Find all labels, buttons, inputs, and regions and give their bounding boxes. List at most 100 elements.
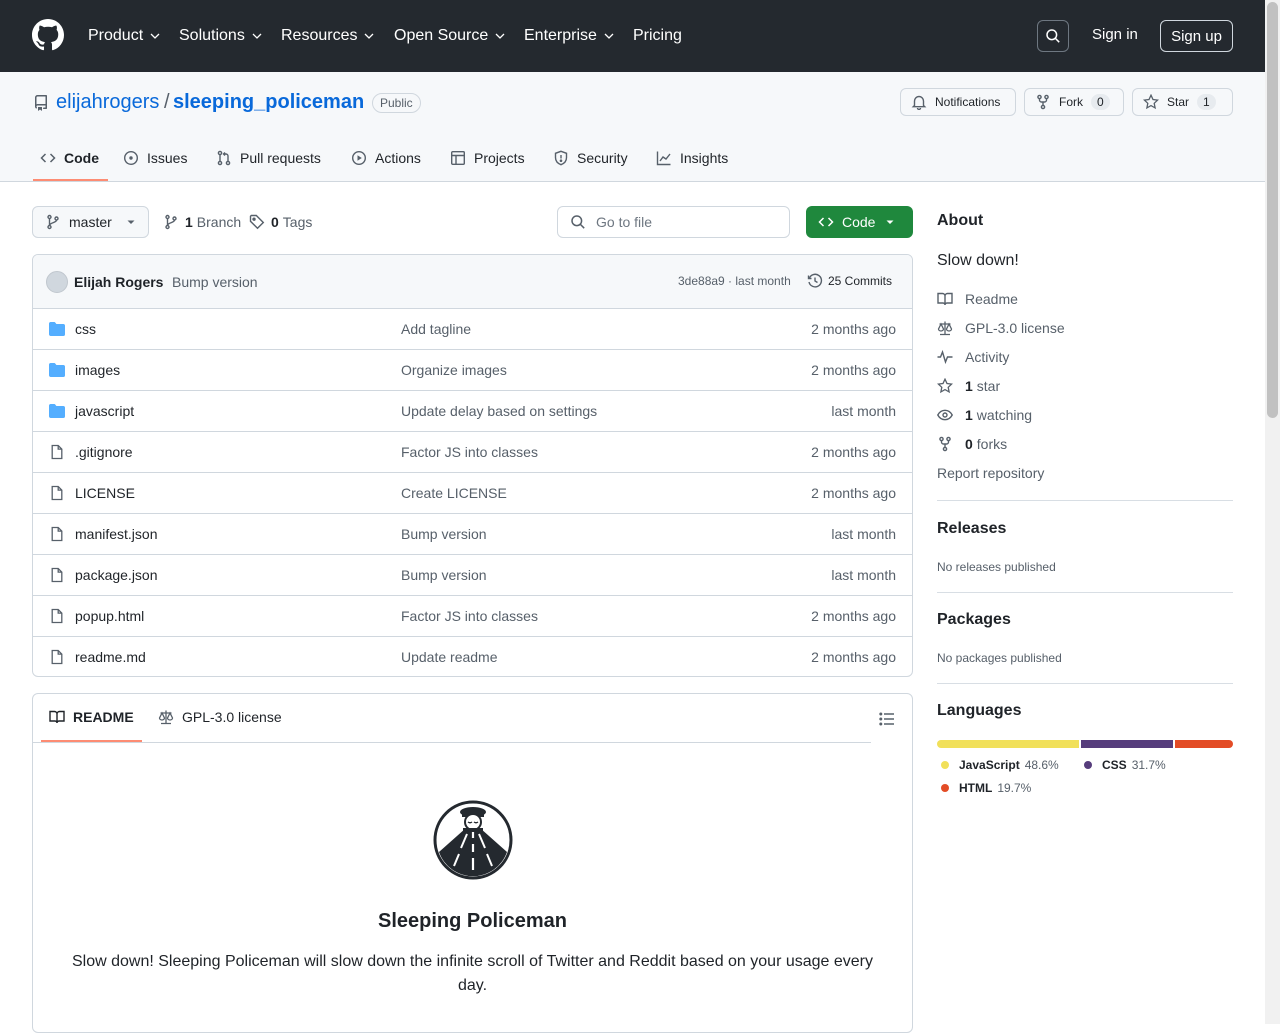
table-row[interactable]: package.json Bump version last month (33, 555, 912, 596)
readme-divider (33, 742, 871, 743)
branch-count: 1 (185, 214, 193, 230)
commit-author[interactable]: Elijah Rogers (74, 274, 163, 290)
language-percent: 48.6% (1024, 758, 1059, 772)
watchers-link[interactable]: 1 watching (937, 407, 1032, 423)
table-row[interactable]: readme.md Update readme 2 months ago (33, 637, 912, 676)
star-label: Star (1167, 95, 1190, 109)
file-commit-message[interactable]: Add tagline (401, 321, 471, 337)
table-row[interactable]: javascript Update delay based on settings… (33, 391, 912, 432)
language-name: HTML (959, 781, 993, 795)
commit-message[interactable]: Bump version (172, 274, 258, 290)
file-commit-date: 2 months ago (811, 649, 896, 665)
activity-link[interactable]: Activity (937, 349, 1009, 365)
table-row[interactable]: images Organize images 2 months ago (33, 350, 912, 391)
triangle-down-icon (127, 220, 135, 224)
fork-button[interactable]: Fork 0 (1024, 88, 1124, 116)
file-name-link[interactable]: css (75, 321, 96, 337)
releases-heading[interactable]: Releases (937, 520, 1233, 538)
code-dropdown-button[interactable]: Code (806, 206, 913, 238)
commit-sha-time[interactable]: 3de88a9 · last month (678, 274, 791, 288)
packages-heading[interactable]: Packages (937, 611, 1233, 629)
watching-count: 1 (965, 407, 973, 423)
repo-owner-link[interactable]: elijahrogers (56, 91, 159, 114)
tab-projects[interactable]: Projects (450, 145, 525, 171)
file-commit-message[interactable]: Update readme (401, 649, 498, 665)
file-commit-date: last month (831, 526, 896, 542)
avatar[interactable] (46, 271, 68, 293)
file-name-link[interactable]: .gitignore (75, 444, 133, 460)
tab-license[interactable]: GPL-3.0 license (158, 709, 282, 725)
scrollbar-thumb[interactable] (1267, 2, 1278, 418)
tab-security-label: Security (577, 150, 628, 166)
stars-link[interactable]: 1 star (937, 378, 1000, 394)
list-icon[interactable] (879, 711, 895, 727)
language-color-dot (941, 761, 949, 769)
file-commit-date: last month (831, 403, 896, 419)
file-name-link[interactable]: package.json (75, 567, 158, 583)
nav-pricing-label: Pricing (633, 27, 682, 44)
table-row[interactable]: popup.html Factor JS into classes 2 months… (33, 596, 912, 637)
watching-label: watching (976, 407, 1033, 423)
table-row[interactable]: manifest.json Bump version last month (33, 514, 912, 555)
search-button[interactable] (1037, 20, 1069, 52)
commits-count-label: 25 Commits (828, 274, 893, 288)
github-logo-icon[interactable] (32, 19, 64, 51)
report-repository-label: Report repository (937, 465, 1045, 481)
file-commit-message[interactable]: Factor JS into classes (401, 444, 538, 460)
tab-readme[interactable]: README (49, 709, 134, 725)
folder-icon (49, 363, 65, 377)
forks-link[interactable]: 0 forks (937, 436, 1007, 452)
language-item[interactable]: CSS 31.7% (1084, 758, 1166, 772)
file-icon (51, 649, 63, 665)
tab-pull-requests[interactable]: Pull requests (216, 145, 321, 171)
file-commit-message[interactable]: Create LICENSE (401, 485, 507, 501)
readme-link[interactable]: Readme (937, 291, 1018, 307)
language-item[interactable]: JavaScript 48.6% (941, 758, 1059, 772)
file-name-link[interactable]: popup.html (75, 608, 144, 624)
nav-resources[interactable]: Resources (281, 24, 375, 48)
file-name-link[interactable]: LICENSE (75, 485, 135, 501)
file-commit-message[interactable]: Bump version (401, 526, 487, 542)
tab-code[interactable]: Code (40, 145, 99, 171)
nav-open-source[interactable]: Open Source (394, 24, 506, 48)
file-commit-date: 2 months ago (811, 321, 896, 337)
table-row[interactable]: LICENSE Create LICENSE 2 months ago (33, 473, 912, 514)
table-icon (451, 151, 466, 166)
table-row[interactable]: css Add tagline 2 months ago (33, 309, 912, 350)
tab-license-label: GPL-3.0 license (182, 709, 282, 725)
nav-enterprise[interactable]: Enterprise (524, 24, 615, 48)
star-button[interactable]: Star 1 (1132, 88, 1233, 116)
branch-selector[interactable]: master (32, 206, 149, 238)
file-name-link[interactable]: readme.md (75, 649, 146, 665)
commits-link[interactable]: 25 Commits (807, 273, 892, 289)
file-name-link[interactable]: javascript (75, 403, 134, 419)
language-color-dot (941, 784, 949, 792)
file-commit-message[interactable]: Factor JS into classes (401, 608, 538, 624)
report-repository-link[interactable]: Report repository (937, 465, 1044, 481)
table-row[interactable]: .gitignore Factor JS into classes 2 months… (33, 432, 912, 473)
go-to-file-placeholder: Go to file (596, 214, 653, 230)
repo-name-link[interactable]: sleeping_policeman (173, 91, 364, 114)
tab-security[interactable]: Security (553, 145, 628, 171)
file-commit-message[interactable]: Bump version (401, 567, 487, 583)
sidebar-divider (937, 683, 1233, 684)
file-commit-message[interactable]: Organize images (401, 362, 507, 378)
go-to-file-input[interactable]: Go to file (557, 206, 790, 238)
nav-product[interactable]: Product (88, 24, 161, 48)
nav-solutions[interactable]: Solutions (179, 24, 263, 48)
file-icon (51, 526, 63, 542)
sign-up-button[interactable]: Sign up (1160, 20, 1233, 52)
tags-link[interactable]: 0 Tags (249, 214, 312, 230)
tab-insights[interactable]: Insights (656, 145, 728, 171)
license-link[interactable]: GPL-3.0 license (937, 320, 1065, 336)
language-item[interactable]: HTML 19.7% (941, 781, 1031, 795)
nav-pricing[interactable]: Pricing (633, 24, 682, 48)
notifications-button[interactable]: Notifications (900, 88, 1016, 116)
file-name-link[interactable]: manifest.json (75, 526, 157, 542)
branches-link[interactable]: 1 Branch (163, 214, 241, 230)
file-name-link[interactable]: images (75, 362, 120, 378)
sign-in-link[interactable]: Sign in (1092, 26, 1138, 43)
tab-actions[interactable]: Actions (351, 145, 421, 171)
tab-issues[interactable]: Issues (123, 145, 187, 171)
file-commit-message[interactable]: Update delay based on settings (401, 403, 597, 419)
